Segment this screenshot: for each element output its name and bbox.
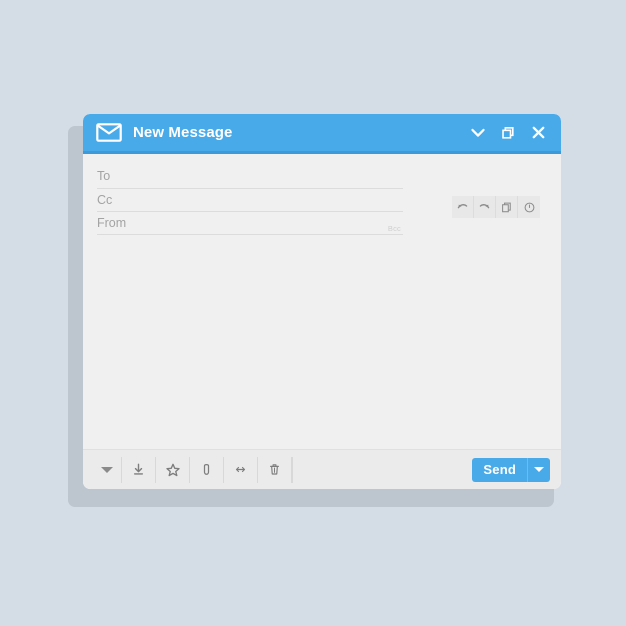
- send-options-button[interactable]: [528, 458, 550, 482]
- copy-icon[interactable]: [496, 196, 518, 218]
- cc-field-label: Cc: [97, 192, 113, 207]
- field-row-from[interactable]: From Bcc: [97, 212, 403, 235]
- redo-arrow-icon[interactable]: [474, 196, 496, 218]
- compose-footer-toolbar: Send: [83, 449, 561, 489]
- envelope-icon: [96, 123, 122, 142]
- to-field-label: To: [97, 169, 111, 184]
- compose-window: New Message To Cc From Bcc Send: [83, 114, 561, 489]
- field-row-to[interactable]: To: [97, 165, 403, 189]
- discard-button[interactable]: [258, 456, 292, 483]
- format-toolbar: [452, 196, 540, 218]
- more-options-button[interactable]: [92, 456, 122, 483]
- undo-arrow-icon[interactable]: [452, 196, 474, 218]
- window-controls: [469, 124, 547, 142]
- window-title-bar[interactable]: New Message: [83, 114, 561, 154]
- send-button[interactable]: Send: [472, 457, 528, 482]
- restore-window-button[interactable]: [499, 124, 517, 142]
- attach-button[interactable]: [190, 456, 224, 483]
- title-bar-left-group: New Message: [96, 123, 232, 142]
- message-body-input[interactable]: [83, 262, 561, 449]
- compose-body: To Cc From Bcc: [83, 154, 561, 449]
- close-button[interactable]: [529, 124, 547, 142]
- minimize-button[interactable]: [469, 124, 487, 142]
- info-circle-icon[interactable]: [518, 196, 540, 218]
- save-draft-button[interactable]: [122, 456, 156, 483]
- triangle-down-icon: [100, 466, 113, 473]
- bcc-toggle-link[interactable]: Bcc: [388, 224, 401, 233]
- from-field-label: From: [97, 215, 127, 230]
- toolbar-divider: [292, 456, 293, 483]
- field-row-cc[interactable]: Cc: [97, 189, 403, 212]
- window-title: New Message: [133, 124, 233, 141]
- star-button[interactable]: [156, 456, 190, 483]
- footer-tool-group: [92, 456, 293, 483]
- send-button-group: Send: [472, 457, 550, 482]
- insert-link-button[interactable]: [224, 456, 258, 483]
- triangle-down-icon: [534, 467, 544, 472]
